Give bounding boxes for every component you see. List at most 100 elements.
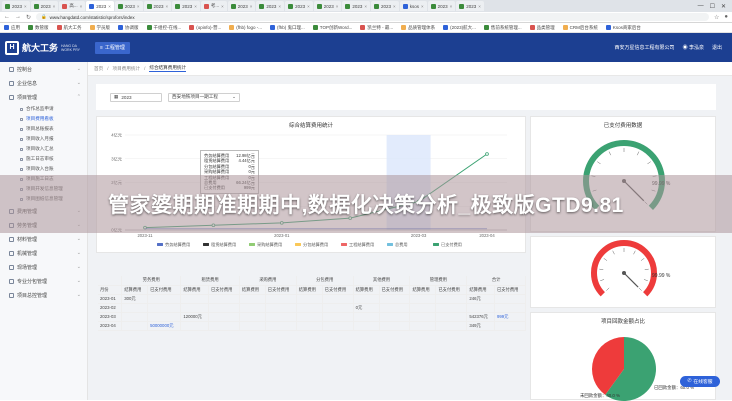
browser-tab[interactable]: 2023 ×: [456, 1, 484, 11]
bookmark-item[interactable]: 售前系统管理...: [483, 25, 522, 31]
browser-tab[interactable]: 高... ×: [59, 1, 86, 11]
logout-button[interactable]: 退出: [712, 44, 722, 51]
browser-tab[interactable]: 2023 ×: [313, 1, 342, 11]
sidebar-subitem[interactable]: 合作总监申请: [0, 104, 87, 114]
data-point[interactable]: [485, 152, 489, 156]
tab-close-icon[interactable]: ×: [250, 4, 253, 9]
bookmark-item[interactable]: 品质管理体系: [401, 25, 435, 31]
legend-swatch[interactable]: [295, 243, 301, 246]
legend-label[interactable]: 已支付费用: [441, 241, 462, 248]
bookmark-item[interactable]: (opinfo)-营...: [189, 25, 221, 31]
tab-close-icon[interactable]: ×: [450, 4, 453, 9]
bookmark-item[interactable]: 学员版: [89, 25, 110, 31]
bookmark-item[interactable]: (fhb) fogo -...: [229, 25, 262, 30]
browser-tab[interactable]: 2023 ×: [2, 1, 30, 11]
bookmark-item[interactable]: (2023)航大...: [443, 25, 476, 31]
sidebar-subitem[interactable]: 项目收入台账: [0, 164, 87, 174]
breadcrumb-item[interactable]: 项目费用统计: [112, 66, 140, 72]
legend-swatch[interactable]: [203, 243, 209, 246]
tab-close-icon[interactable]: ×: [221, 4, 224, 9]
sidebar-subitem[interactable]: 项目收入汇总: [0, 144, 87, 154]
tab-close-icon[interactable]: ×: [478, 4, 481, 9]
bookmark-item[interactable]: 凯兰特 - 最...: [360, 25, 393, 31]
engineering-menu-button[interactable]: ≡ 工程管理: [95, 41, 130, 54]
project-select[interactable]: 西安地铁项目一期工程 ⌄: [168, 92, 240, 102]
sidebar-item[interactable]: 专业分包管理 ⌄: [0, 274, 87, 288]
sidebar-item[interactable]: 现场管理 ⌄: [0, 260, 87, 274]
tab-close-icon[interactable]: ×: [53, 4, 56, 9]
legend-swatch[interactable]: [433, 243, 439, 246]
bookmark-item[interactable]: CRM后台系统: [562, 25, 598, 31]
bookmark-item[interactable]: 航大工务: [56, 25, 82, 31]
sidebar-subitem[interactable]: 项目总账报表: [0, 124, 87, 134]
legend-label[interactable]: 分包结算费用: [303, 241, 328, 248]
legend-swatch[interactable]: [341, 243, 347, 246]
sidebar-subitem[interactable]: 施工日志审核: [0, 154, 87, 164]
close-icon[interactable]: ✕: [721, 3, 726, 10]
bookmark-item[interactable]: 千组控-在线...: [146, 25, 181, 31]
browser-tab[interactable]: 2023 ×: [114, 1, 143, 11]
browser-tab[interactable]: 2023 ×: [172, 1, 200, 11]
table-sub-header: 结算费用: [466, 285, 495, 295]
bookmark-item[interactable]: 品类管理: [529, 25, 555, 31]
forward-icon[interactable]: →: [15, 14, 21, 20]
bookmark-item[interactable]: 协调版: [118, 25, 139, 31]
url-input[interactable]: 🔒 www.hangdatd.com/statistic/sprofors/ind…: [36, 13, 709, 21]
browser-tab[interactable]: ksos ×: [399, 1, 427, 11]
bookmark-item[interactable]: (fhb) 鬼口理...: [270, 25, 305, 31]
browser-tab[interactable]: 2023 ×: [342, 1, 371, 11]
browser-tab[interactable]: 2023 ×: [30, 1, 59, 11]
breadcrumb-item[interactable]: 首页: [94, 66, 103, 72]
minimize-icon[interactable]: —: [698, 3, 704, 10]
tab-close-icon[interactable]: ×: [421, 4, 424, 9]
tab-close-icon[interactable]: ×: [24, 4, 27, 9]
browser-tab[interactable]: 2023 ×: [371, 1, 399, 11]
sidebar-item[interactable]: 材料管理 ⌄: [0, 232, 87, 246]
legend-label[interactable]: 采购结算费用: [257, 241, 282, 248]
tab-close-icon[interactable]: ×: [307, 4, 310, 9]
profile-icon[interactable]: ●: [724, 14, 728, 20]
tab-close-icon[interactable]: ×: [108, 4, 111, 9]
browser-tab[interactable]: 考... ×: [200, 1, 227, 11]
bookmark-item[interactable]: 数管版: [28, 25, 49, 31]
legend-label[interactable]: 工程结算费用: [349, 241, 374, 248]
legend-label[interactable]: 劳务结算费用: [165, 241, 190, 248]
sidebar-subitem[interactable]: 项目收入月报: [0, 134, 87, 144]
tab-close-icon[interactable]: ×: [80, 4, 83, 9]
tab-close-icon[interactable]: ×: [166, 4, 169, 9]
tab-close-icon[interactable]: ×: [336, 4, 339, 9]
legend-swatch[interactable]: [157, 243, 163, 246]
browser-tab[interactable]: 2023 ×: [256, 1, 285, 11]
bookmark-item[interactable]: TOP创新Word...: [312, 25, 352, 31]
year-select[interactable]: ▦ 2023: [110, 92, 162, 102]
browser-tab[interactable]: 2023 ×: [86, 1, 114, 11]
legend-label[interactable]: 总费用: [395, 241, 408, 248]
tab-close-icon[interactable]: ×: [137, 4, 140, 9]
legend-label[interactable]: 租赁结算费用: [211, 241, 236, 248]
tab-close-icon[interactable]: ×: [278, 4, 281, 9]
tab-close-icon[interactable]: ×: [194, 4, 197, 9]
back-icon[interactable]: ←: [4, 14, 10, 20]
bookmark-item[interactable]: Ksos商家后台: [605, 25, 641, 31]
tab-close-icon[interactable]: ×: [364, 4, 367, 9]
user-menu[interactable]: ◉ 李泓泉: [683, 44, 704, 51]
browser-tab[interactable]: 2023 ×: [427, 1, 456, 11]
maximize-icon[interactable]: ☐: [710, 3, 715, 10]
sidebar-subitem[interactable]: 项目费用看板: [0, 114, 87, 124]
browser-tab[interactable]: 2023 ×: [143, 1, 172, 11]
sidebar-item[interactable]: 项目总控管理 ⌄: [0, 288, 87, 302]
bookmark-item[interactable]: 应用: [4, 25, 20, 31]
reload-icon[interactable]: ↻: [26, 14, 31, 21]
star-icon[interactable]: ☆: [714, 14, 719, 21]
legend-swatch[interactable]: [387, 243, 393, 246]
sidebar-item[interactable]: 项目管理 ⌃: [0, 90, 87, 104]
sidebar-item[interactable]: 企业信息 ⌄: [0, 76, 87, 90]
sidebar-item[interactable]: 控制台 ⌄: [0, 62, 87, 76]
online-service-button[interactable]: ✆ 在线客服: [680, 376, 720, 387]
sidebar-item[interactable]: 机械管理 ⌄: [0, 246, 87, 260]
app-logo[interactable]: H 航大工务 HANG DA WORK PRY: [0, 33, 95, 62]
browser-tab[interactable]: 2023 ×: [285, 1, 313, 11]
legend-swatch[interactable]: [249, 243, 255, 246]
tab-close-icon[interactable]: ×: [393, 4, 396, 9]
browser-tab[interactable]: 2023 ×: [227, 1, 256, 11]
